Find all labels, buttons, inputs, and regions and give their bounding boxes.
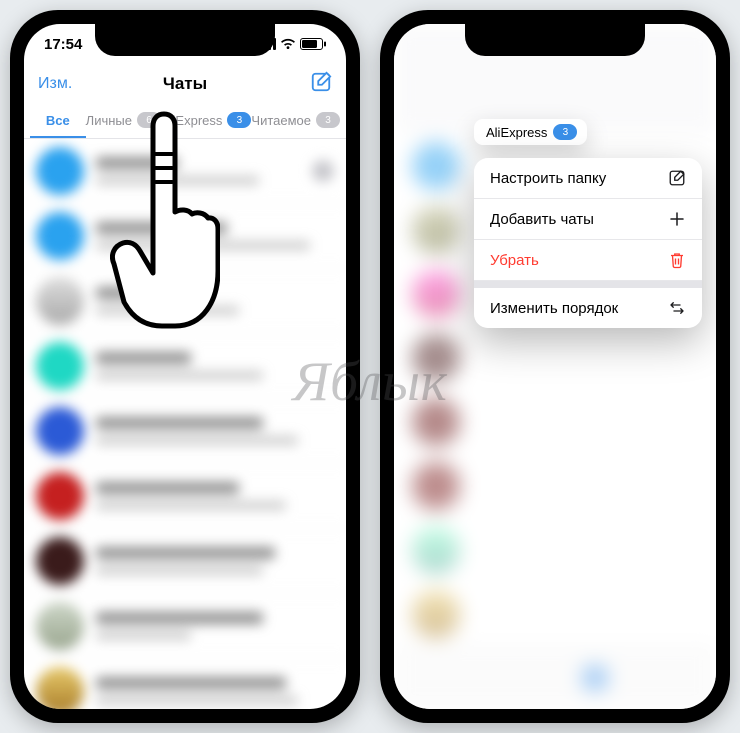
menu-item-edit-folder[interactable]: Настроить папку bbox=[474, 158, 702, 199]
folder-tab-label: Все bbox=[46, 113, 70, 128]
folder-pill-badge: 3 bbox=[553, 124, 577, 140]
avatar bbox=[36, 212, 84, 260]
folder-tab-label: AliExpress bbox=[161, 113, 222, 128]
menu-item-add-chats[interactable]: Добавить чаты bbox=[474, 199, 702, 240]
trash-icon bbox=[668, 251, 686, 269]
list-item[interactable] bbox=[24, 464, 346, 529]
reorder-icon bbox=[668, 299, 686, 317]
list-item[interactable] bbox=[24, 659, 346, 709]
unread-badge bbox=[312, 160, 334, 182]
page-title: Чаты bbox=[24, 74, 346, 94]
list-item[interactable] bbox=[24, 594, 346, 659]
menu-item-label: Добавить чаты bbox=[490, 211, 594, 228]
avatar bbox=[36, 537, 84, 585]
folder-tab-label: Читаемое bbox=[251, 113, 311, 128]
avatar bbox=[36, 342, 84, 390]
avatar bbox=[36, 667, 84, 709]
phone-left: 17:54 Изм. Чаты Все Личные6 AliExpress3 … bbox=[10, 10, 360, 723]
folder-tab-badge: 3 bbox=[227, 112, 251, 128]
edit-button[interactable]: Изм. bbox=[38, 75, 72, 93]
folder-tabs: Все Личные6 AliExpress3 Читаемое3 bbox=[24, 104, 346, 139]
nav-bar: Изм. Чаты bbox=[24, 64, 346, 104]
menu-item-label: Убрать bbox=[490, 252, 539, 269]
folder-tab-aliexpress[interactable]: AliExpress 3 bbox=[161, 104, 251, 138]
avatar bbox=[36, 147, 84, 195]
compose-icon bbox=[668, 169, 686, 187]
notch bbox=[465, 24, 645, 56]
list-item[interactable] bbox=[24, 139, 346, 204]
menu-item-label: Изменить порядок bbox=[490, 300, 618, 317]
folder-tab-read[interactable]: Читаемое 3 bbox=[251, 104, 340, 138]
folder-tab-personal[interactable]: Личные 6 bbox=[86, 104, 161, 138]
list-item[interactable] bbox=[24, 399, 346, 464]
avatar bbox=[36, 277, 84, 325]
chat-list[interactable] bbox=[24, 139, 346, 709]
notch bbox=[95, 24, 275, 56]
battery-icon bbox=[300, 38, 326, 50]
plus-icon bbox=[668, 210, 686, 228]
menu-item-reorder[interactable]: Изменить порядок bbox=[474, 288, 702, 328]
folder-pill-label: AliExpress bbox=[486, 125, 547, 140]
phone-right: AliExpress 3 Настроить папку Добавить ча… bbox=[380, 10, 730, 723]
list-item[interactable] bbox=[24, 269, 346, 334]
folder-tab-badge: 6 bbox=[137, 112, 161, 128]
folder-tab-all[interactable]: Все bbox=[30, 104, 86, 138]
menu-separator bbox=[474, 281, 702, 288]
menu-item-label: Настроить папку bbox=[490, 170, 606, 187]
avatar bbox=[36, 602, 84, 650]
avatar bbox=[36, 472, 84, 520]
wifi-icon bbox=[280, 38, 296, 50]
folder-tab-badge: 3 bbox=[316, 112, 340, 128]
folder-context-menu: Настроить папку Добавить чаты Убрать Изм… bbox=[474, 158, 702, 328]
menu-item-remove[interactable]: Убрать bbox=[474, 240, 702, 281]
folder-pill[interactable]: AliExpress 3 bbox=[474, 119, 587, 145]
list-item[interactable] bbox=[24, 204, 346, 269]
status-time: 17:54 bbox=[44, 36, 82, 53]
list-item[interactable] bbox=[24, 529, 346, 594]
list-item[interactable] bbox=[24, 334, 346, 399]
avatar bbox=[36, 407, 84, 455]
folder-tab-label: Личные bbox=[86, 113, 132, 128]
compose-button[interactable] bbox=[310, 71, 332, 98]
